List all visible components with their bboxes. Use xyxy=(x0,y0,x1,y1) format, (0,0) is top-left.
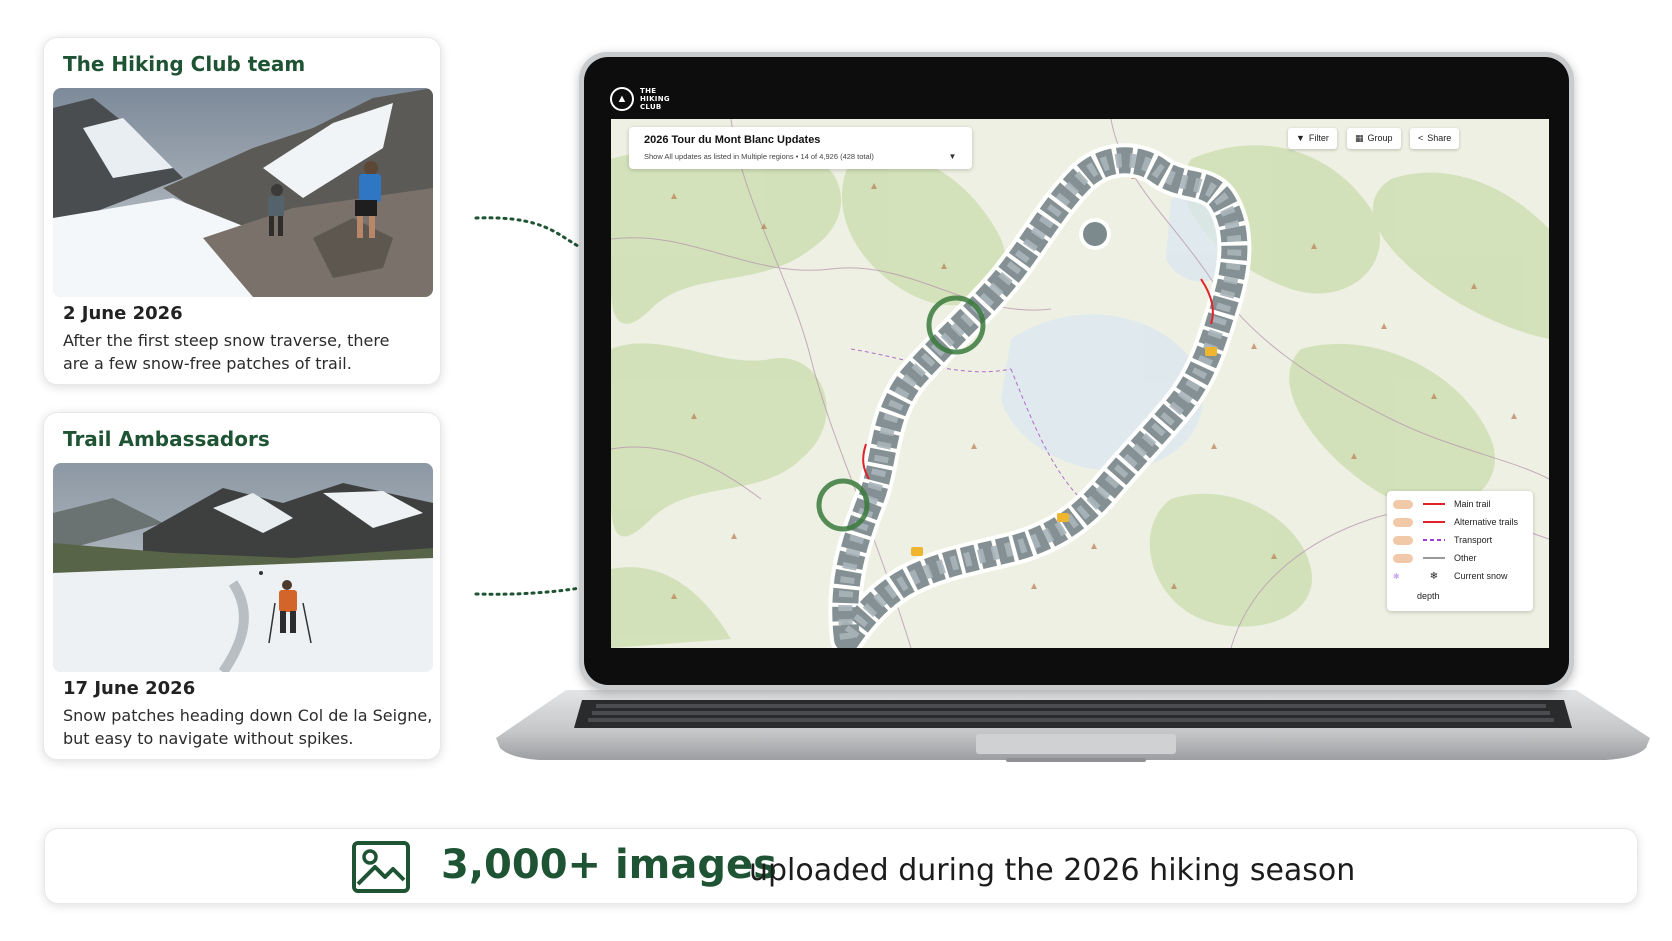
legend-toggle[interactable] xyxy=(1393,553,1413,563)
card-author: Trail Ambassadors xyxy=(63,427,270,451)
filter-button[interactable]: ▼ Filter xyxy=(1288,128,1337,149)
image-icon xyxy=(352,841,410,893)
update-text: Snow patches heading down Col de la Seig… xyxy=(63,706,433,748)
legend-swatch xyxy=(1423,557,1445,559)
legend-current-snow[interactable]: ✱ ❄ Current snow xyxy=(1393,569,1508,583)
legend-toggle[interactable] xyxy=(1393,535,1413,545)
laptop-base xyxy=(496,690,1650,762)
update-card-hiking-club[interactable]: The Hiking Club team 2 June 2026 After t… xyxy=(43,37,441,385)
update-photo[interactable] xyxy=(53,463,433,672)
photo-snow-traverse xyxy=(53,88,433,297)
update-date: 2 June 2026 xyxy=(63,303,183,324)
grid-icon: ▦ xyxy=(1355,133,1364,143)
tree-icon: ▲ xyxy=(610,87,634,111)
legend-alternative-trails[interactable]: Alternative trails xyxy=(1393,515,1518,529)
photo-col-de-la-seigne xyxy=(53,463,433,672)
banner-tagline: uploaded during the 2026 hiking season xyxy=(749,853,1356,888)
map-screen[interactable]: 2026 Tour du Mont Blanc Updates Show All… xyxy=(611,119,1549,648)
hiking-club-logo[interactable]: ▲ THE HIKING CLUB xyxy=(610,87,670,111)
map-title: 2026 Tour du Mont Blanc Updates xyxy=(644,134,821,146)
update-photo[interactable] xyxy=(53,88,433,297)
laptop-lid: ▲ THE HIKING CLUB 2026 Tour du Mont Blan… xyxy=(579,52,1574,690)
legend-toggle[interactable] xyxy=(1393,517,1413,527)
update-card-trail-ambassadors[interactable]: Trail Ambassadors 17 June 2026 Snow patc… xyxy=(43,412,441,760)
image-count: 3,000+ images xyxy=(441,842,777,888)
legend-main-trail[interactable]: Main trail xyxy=(1393,497,1491,511)
update-date: 17 June 2026 xyxy=(63,678,196,699)
map-legend: Main trail Alternative trails Transport … xyxy=(1387,491,1533,611)
legend-swatch xyxy=(1423,503,1445,505)
legend-swatch xyxy=(1423,521,1445,523)
brand-wordmark: THE HIKING CLUB xyxy=(640,87,670,111)
map-header-panel[interactable]: 2026 Tour du Mont Blanc Updates Show All… xyxy=(629,127,972,169)
chevron-down-icon[interactable]: ▼ xyxy=(947,151,958,162)
share-button[interactable]: < Share xyxy=(1410,128,1460,149)
legend-swatch xyxy=(1423,539,1445,541)
laptop-bezel: ▲ THE HIKING CLUB 2026 Tour du Mont Blan… xyxy=(584,57,1569,685)
card-author: The Hiking Club team xyxy=(63,52,306,76)
legend-toggle[interactable] xyxy=(1393,499,1413,509)
legend-depth-label: depth xyxy=(1417,591,1440,601)
group-button[interactable]: ▦ Group xyxy=(1347,128,1401,149)
legend-other[interactable]: Other xyxy=(1393,551,1477,565)
filter-icon: ▼ xyxy=(1296,133,1305,143)
snowflake-icon: ❄ xyxy=(1429,570,1439,582)
update-text: After the first steep snow traverse, the… xyxy=(63,331,390,373)
legend-transport[interactable]: Transport xyxy=(1393,533,1492,547)
share-icon: < xyxy=(1418,133,1424,143)
stats-banner: 3,000+ images uploaded during the 2026 h… xyxy=(44,828,1638,904)
snow-dot-icon: ✱ xyxy=(1393,571,1400,581)
map-subtitle: Show All updates as listed in Multiple r… xyxy=(644,152,874,161)
